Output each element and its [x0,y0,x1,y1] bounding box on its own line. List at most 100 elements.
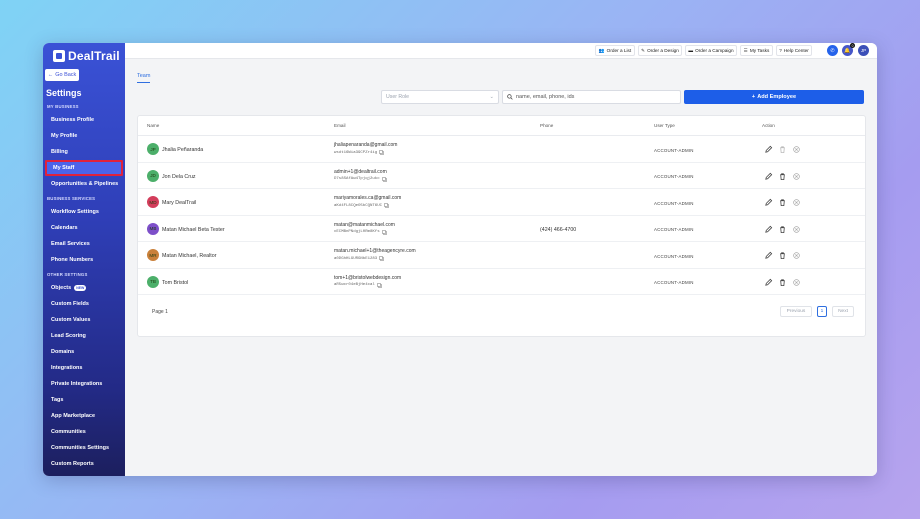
avatar: MB [147,222,159,235]
staff-table: Name Email Phone User Type Action JP Jha… [137,115,866,337]
new-badge: NEW [74,285,87,291]
notification-count: 0 [850,43,855,48]
remove-icon[interactable] [792,145,801,154]
edit-icon[interactable] [764,278,773,287]
delete-icon[interactable] [778,251,787,260]
table-row[interactable]: MR Matan Michael, Realtor matan.michael+… [138,242,865,269]
sidebar-item-calendars[interactable]: Calendars [51,225,78,231]
app-logo[interactable]: DealTrail [53,49,120,63]
next-page-button[interactable]: Next [832,306,854,317]
logo-icon [53,50,65,62]
sidebar-item-private-integrations[interactable]: Private Integrations [51,381,102,387]
avatar[interactable]: JP [858,45,869,56]
edit-icon[interactable] [764,251,773,260]
previous-page-button[interactable]: Previous [780,306,812,317]
copy-icon[interactable] [381,176,387,182]
sidebar-item-lead-scoring[interactable]: Lead Scoring [51,333,86,339]
table-row[interactable]: TB Tom Bristol tom+1@bristolwebdesign.co… [138,269,865,295]
sidebar-item-communities[interactable]: Communities [51,429,86,435]
order-design-button[interactable]: ✎ Order a Design [638,45,682,56]
remove-icon[interactable] [792,251,801,260]
add-employee-label: Add Employee [757,94,797,100]
help-center-button[interactable]: ? Help Center [776,45,812,56]
sidebar-item-my-profile[interactable]: My Profile [51,133,77,139]
remove-icon[interactable] [792,198,801,207]
delete-icon[interactable] [778,225,787,234]
sidebar-item-workflow-settings[interactable]: Workflow Settings [51,209,99,215]
sidebar-item-business-profile[interactable]: Business Profile [51,117,94,123]
section-other-settings: OTHER SETTINGS [47,272,88,277]
notifications-button[interactable]: 🔔 0 [842,43,855,56]
staff-email: jhaliapenaranda@gmail.com [334,142,398,148]
search-field[interactable] [502,90,681,104]
go-back-button[interactable]: ← Go Back [45,69,79,81]
campaign-icon: ▬ [688,48,694,53]
sidebar-item-custom-reports[interactable]: Custom Reports [51,461,94,467]
staff-email: matan.michael+1@theagencyre.com [334,248,416,254]
tab-team[interactable]: Team [137,73,151,83]
order-design-label: Order a Design [647,48,679,53]
edit-icon[interactable] [764,198,773,207]
sidebar-item-custom-values[interactable]: Custom Values [51,317,90,323]
order-campaign-button[interactable]: ▬ Order a Campaign [685,45,737,56]
brush-icon: ✎ [641,47,646,53]
staff-id-text: D7s8SAfAw4Tpjqj2ukc [334,177,380,181]
current-page-button[interactable]: 1 [817,306,827,317]
sidebar-item-tags[interactable]: Tags [51,397,63,403]
edit-icon[interactable] [764,225,773,234]
delete-icon[interactable] [778,145,787,154]
staff-id-text: cECMBnPNdgjL0Rm8Kfs [334,230,380,234]
sidebar-item-objects[interactable]: Objects NEW [51,285,87,291]
sidebar-item-phone-numbers[interactable]: Phone Numbers [51,257,93,263]
order-list-button[interactable]: 👥 Order a List [595,45,635,56]
sidebar-item-domains[interactable]: Domains [51,349,74,355]
sidebar-item-app-marketplace[interactable]: App Marketplace [51,413,95,419]
sidebar-item-label: My Staff [53,165,75,171]
staff-id-text: wsdt16Wia39CPZr4ig [334,150,378,155]
remove-icon[interactable] [792,278,801,287]
table-row[interactable]: MB Matan Michael Beta Tester matan@matan… [138,216,865,242]
delete-icon[interactable] [778,278,787,287]
delete-icon[interactable] [778,172,787,181]
tasks-icon: ☰ [743,47,748,53]
column-name: Name [147,123,160,128]
sidebar-item-opportunities[interactable]: Opportunities & Pipelines [51,181,118,187]
edit-icon[interactable] [764,145,773,154]
staff-id: aKd4FL8CQeO5bCQNT6UC [334,203,389,208]
sidebar-item-communities-settings[interactable]: Communities Settings [51,445,109,451]
edit-icon[interactable] [764,172,773,181]
my-tasks-button[interactable]: ☰ My Tasks [740,45,773,56]
sidebar-item-custom-fields[interactable]: Custom Fields [51,301,89,307]
user-role-placeholder: User Role [386,94,410,100]
copy-icon[interactable] [379,150,384,155]
remove-icon[interactable] [792,172,801,181]
staff-name: Jon Dela Cruz [162,173,196,180]
sidebar-item-email-services[interactable]: Email Services [51,241,90,247]
staff-id: wsdt16Wia39CPZr4ig [334,150,384,155]
table-row[interactable]: MD Mary DealTrail mariyamorales.ca@gmail… [138,189,865,216]
delete-icon[interactable] [778,198,787,207]
copy-icon[interactable] [379,256,384,261]
table-row[interactable]: JP Jhalia Peñaranda jhaliapenaranda@gmai… [138,136,865,163]
sidebar-item-billing[interactable]: Billing [51,149,68,155]
copy-icon[interactable] [384,203,389,208]
user-role-select[interactable]: User Role ⌄ [381,90,499,104]
sidebar-item-label: Objects [51,285,72,291]
phone-button[interactable]: ✆ [827,45,838,56]
plus-icon: + [751,94,756,100]
staff-user-type: ACCOUNT-ADMIN [654,227,694,232]
sidebar-item-integrations[interactable]: Integrations [51,365,82,371]
staff-user-type: ACCOUNT-ADMIN [654,253,694,259]
table-row[interactable]: JD Jon Dela Cruz admin+1@dealtrail.com D… [138,163,865,189]
add-employee-button[interactable]: + Add Employee [684,90,864,104]
remove-icon[interactable] [792,225,801,234]
copy-icon[interactable] [377,282,382,288]
copy-icon[interactable] [381,229,387,235]
sidebar-item-my-staff[interactable]: My Staff [45,160,123,176]
search-input[interactable] [516,94,676,100]
app-name: DealTrail [68,49,120,63]
avatar: JP [147,143,159,155]
staff-id-text: aR5wcr04eBjHe4cal [334,283,375,287]
staff-email: matan@matanmichael.com [334,221,395,228]
column-phone: Phone [540,123,554,128]
